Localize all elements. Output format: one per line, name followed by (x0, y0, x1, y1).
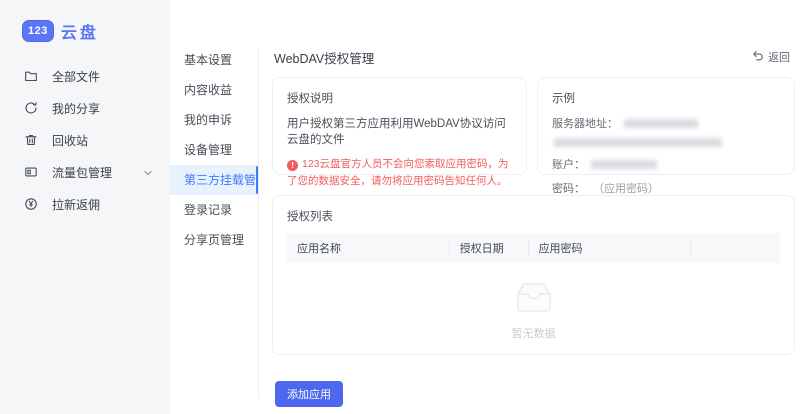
sidebar-menu: 全部文件 我的分享 回收站 流量包管理 (0, 60, 170, 220)
password-row: 密码： （应用密码） (552, 180, 780, 196)
example-card: 示例 服务器地址： 账户： 密码： （应用密码） (537, 77, 795, 175)
settings-nav-my-appeals[interactable]: 我的申诉 (170, 105, 259, 135)
settings-nav-login-records[interactable]: 登录记录 (170, 195, 259, 225)
list-card-title: 授权列表 (287, 208, 780, 224)
example-card-title: 示例 (552, 90, 780, 106)
trash-icon (24, 133, 38, 147)
sidebar-item-recycle-bin[interactable]: 回收站 (0, 124, 170, 156)
logo-text: 云盘 (61, 19, 99, 43)
settings-nav-share-page[interactable]: 分享页管理 (170, 225, 259, 255)
chevron-down-icon (144, 165, 152, 179)
column-header-auth-date: 授权日期 (450, 233, 529, 263)
server-address-label: 服务器地址： (552, 115, 618, 131)
back-label: 返回 (768, 49, 790, 65)
settings-nav-basic[interactable]: 基本设置 (170, 45, 259, 75)
account-label: 账户： (552, 156, 585, 172)
undo-arrow-icon (752, 50, 764, 65)
empty-box-icon (511, 279, 557, 320)
server-address-row-2 (552, 138, 780, 147)
server-address-row: 服务器地址： (552, 115, 780, 131)
password-label: 密码： (552, 180, 585, 196)
instructions-card: 授权说明 用户授权第三方应用利用WebDAV协议访问云盘的文件 !123云盘官方… (272, 77, 527, 175)
settings-nav: 基本设置 内容收益 我的申诉 设备管理 第三方挂载管理 登录记录 分享页管理 (170, 45, 259, 255)
warning-text: 123云盘官方人员不会向您索取应用密码，为了您的数据安全，请勿将应用密码告知任何… (287, 158, 509, 187)
logo-badge-icon: 123 (22, 20, 54, 42)
authorization-list-card: 授权列表 应用名称 授权日期 应用密码 暂无数据 (272, 195, 795, 355)
sidebar-item-referral[interactable]: 拉新返佣 (0, 188, 170, 220)
sidebar-item-my-shares[interactable]: 我的分享 (0, 92, 170, 124)
sidebar-item-label: 我的分享 (52, 100, 100, 117)
sidebar-item-label: 全部文件 (52, 68, 100, 85)
table-header: 应用名称 授权日期 应用密码 (287, 233, 780, 263)
page-title: WebDAV授权管理 (274, 48, 374, 67)
account-row: 账户： (552, 156, 780, 172)
column-header-actions (691, 233, 780, 263)
back-button[interactable]: 返回 (752, 49, 790, 65)
sidebar: 123 云盘 全部文件 我的分享 回收站 (0, 0, 170, 414)
password-hint: （应用密码） (593, 180, 659, 196)
sidebar-item-traffic-package[interactable]: 流量包管理 (0, 156, 170, 188)
settings-nav-content-revenue[interactable]: 内容收益 (170, 75, 259, 105)
empty-state: 暂无数据 (287, 279, 780, 341)
sidebar-item-label: 流量包管理 (52, 164, 112, 181)
main-content: WebDAV授权管理 返回 授权说明 用户授权第三方应用利用WebDAV协议访问… (259, 0, 800, 414)
data-package-icon (24, 165, 38, 179)
sidebar-item-label: 回收站 (52, 132, 88, 149)
share-icon (24, 101, 38, 115)
sidebar-item-label: 拉新返佣 (52, 196, 100, 213)
instructions-card-body: 用户授权第三方应用利用WebDAV协议访问云盘的文件 (287, 115, 512, 147)
app-logo[interactable]: 123 云盘 (22, 19, 99, 43)
column-header-app-name: 应用名称 (287, 233, 450, 263)
settings-nav-third-party-mount[interactable]: 第三方挂载管理 (170, 165, 259, 195)
empty-text: 暂无数据 (512, 325, 556, 341)
app-window: 123 云盘 全部文件 我的分享 回收站 (0, 0, 800, 414)
column-header-app-password: 应用密码 (529, 233, 692, 263)
settings-nav-device-management[interactable]: 设备管理 (170, 135, 259, 165)
sidebar-item-all-files[interactable]: 全部文件 (0, 60, 170, 92)
security-warning: !123云盘官方人员不会向您索取应用密码，为了您的数据安全，请勿将应用密码告知任… (287, 156, 512, 191)
redacted-account-value (591, 160, 657, 169)
redacted-server-value (624, 119, 698, 128)
page-header: WebDAV授权管理 返回 (274, 47, 790, 67)
warning-icon: ! (287, 160, 298, 171)
add-application-button[interactable]: 添加应用 (275, 381, 343, 407)
instructions-card-title: 授权说明 (287, 90, 512, 106)
folder-icon (24, 69, 38, 83)
redacted-server-value-line2 (554, 138, 722, 147)
commission-icon (24, 197, 38, 211)
